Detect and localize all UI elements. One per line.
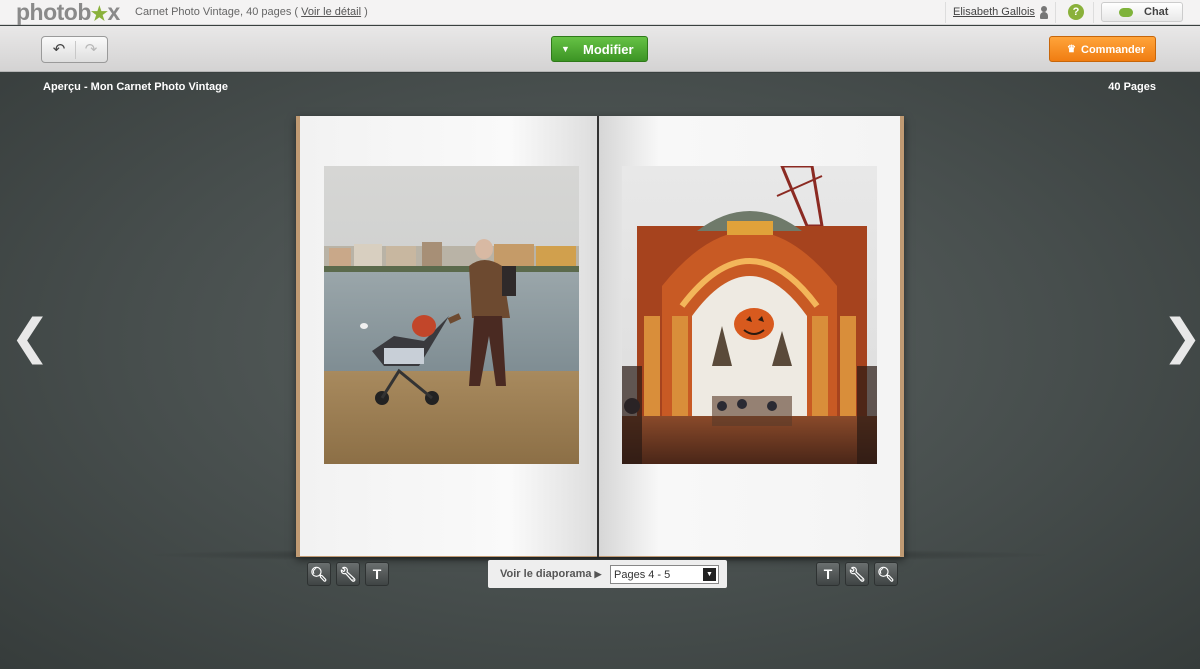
text-icon: T [823, 566, 833, 582]
photo-lakeside-stroller[interactable] [324, 166, 579, 464]
chat-button[interactable]: Chat [1101, 2, 1183, 22]
page-count: 40 Pages [1108, 81, 1156, 93]
photo-book-spread [296, 116, 904, 557]
undo-redo-group: ↶ ↷ [41, 36, 108, 63]
top-bar: photob★x Carnet Photo Vintage, 40 pages … [0, 0, 1200, 25]
previous-page-arrow-icon[interactable]: ❮ [10, 313, 50, 361]
commander-button[interactable]: ♛ Commander [1049, 36, 1156, 62]
pages-select[interactable]: Pages 4 - 5 ▼ [610, 565, 719, 584]
chevron-down-icon[interactable]: ▼ [703, 568, 716, 581]
zoom-left-button[interactable]: 🔍︎ [307, 562, 331, 586]
document-title: Carnet Photo Vintage, 40 pages [135, 6, 292, 18]
zoom-icon: 🔍︎ [877, 566, 895, 582]
zoom-icon: 🔍︎ [310, 566, 328, 582]
wrench-icon: 🔧︎ [848, 566, 866, 582]
user-icon [1040, 6, 1048, 19]
next-page-arrow-icon[interactable]: ❯ [1162, 313, 1200, 361]
play-icon: ▶ [594, 569, 602, 579]
caret-down-icon: ▼ [561, 44, 570, 54]
divider [1093, 2, 1094, 23]
preview-stage: Aperçu - Mon Carnet Photo Vintage 40 Pag… [0, 73, 1200, 669]
divider [1055, 2, 1056, 23]
view-detail-link[interactable]: Voir le détail [301, 6, 361, 18]
divider [945, 2, 946, 23]
text-left-button[interactable]: T [365, 562, 389, 586]
help-icon[interactable]: ? [1068, 4, 1084, 20]
wrench-icon: 🔧︎ [339, 566, 357, 582]
edit-left-button[interactable]: 🔧︎ [336, 562, 360, 586]
page-navigation-box: Voir le diaporama ▶ Pages 4 - 5 ▼ [488, 560, 727, 588]
edit-right-button[interactable]: 🔧︎ [845, 562, 869, 586]
editor-toolbar: ↶ ↷ ▼ Modifier ♛ Commander [0, 26, 1200, 72]
undo-icon[interactable]: ↶ [46, 40, 72, 60]
text-icon: T [372, 566, 382, 582]
text-right-button[interactable]: T [816, 562, 840, 586]
divider [75, 41, 76, 59]
document-info: Carnet Photo Vintage, 40 pages ( Voir le… [135, 6, 368, 18]
crown-icon: ♛ [1067, 44, 1076, 55]
photobox-logo[interactable]: photob★x [16, 0, 120, 27]
page-right[interactable] [599, 116, 900, 556]
slideshow-link[interactable]: Voir le diaporama ▶ [500, 568, 601, 580]
zoom-right-button[interactable]: 🔍︎ [874, 562, 898, 586]
chat-bubble-icon [1119, 8, 1133, 17]
redo-icon[interactable]: ↷ [78, 40, 104, 60]
star-icon: ★ [90, 4, 108, 25]
user-name-link[interactable]: Elisabeth Gallois [953, 6, 1035, 18]
preview-title: Aperçu - Mon Carnet Photo Vintage [43, 81, 228, 93]
modifier-button[interactable]: ▼ Modifier [551, 36, 648, 62]
page-left[interactable] [300, 116, 601, 556]
photo-tivoli-arch[interactable] [622, 166, 877, 464]
